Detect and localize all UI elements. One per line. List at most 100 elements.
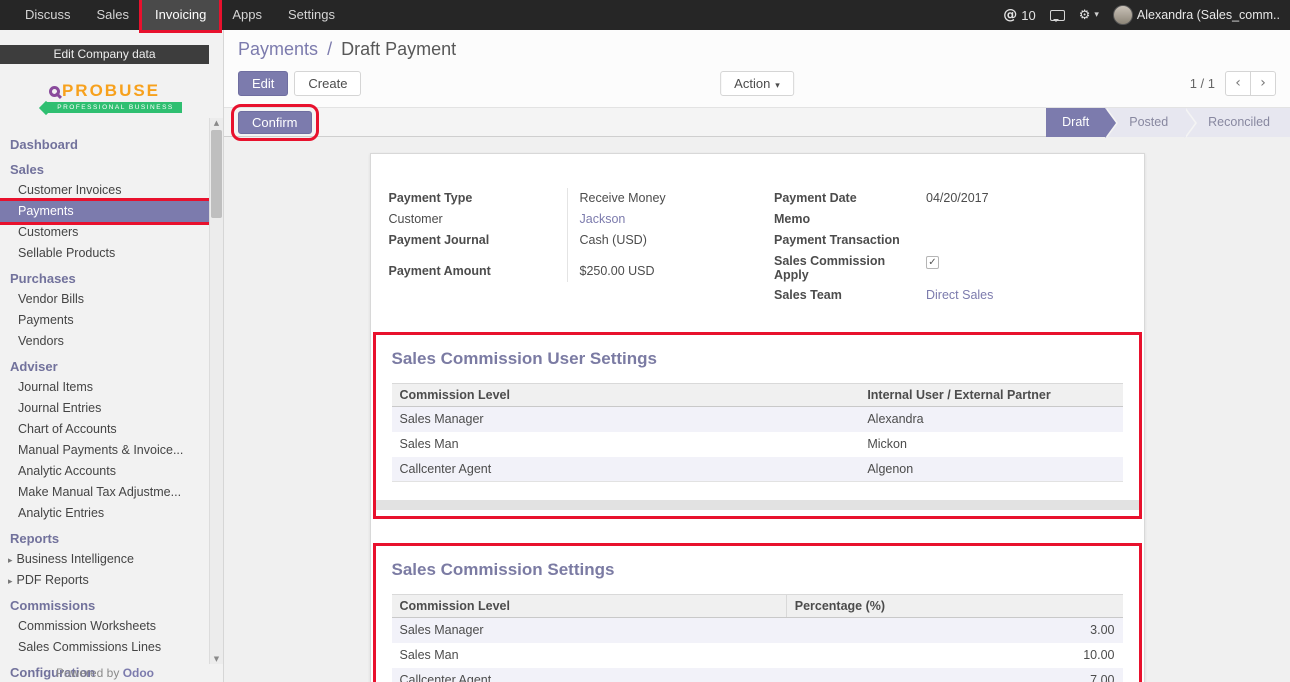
table-cell: Callcenter Agent: [392, 668, 787, 682]
sidebar-item-manual-payments-invoice[interactable]: Manual Payments & Invoice...: [0, 440, 209, 461]
table-row[interactable]: Callcenter Agent 7.00: [392, 668, 1123, 682]
table-row[interactable]: Sales Manager 3.00: [392, 618, 1123, 643]
sidebar-item-dashboard[interactable]: Dashboard: [0, 135, 209, 155]
menu-invoicing[interactable]: Invoicing: [142, 0, 219, 30]
activities-button[interactable]: @ 10: [1003, 7, 1035, 23]
sidebar-heading-purchases[interactable]: Purchases: [0, 269, 209, 289]
action-label: Action: [734, 76, 770, 91]
memo-value: [914, 209, 1126, 230]
breadcrumb-payments[interactable]: Payments: [238, 39, 318, 59]
sidebar-heading-adviser[interactable]: Adviser: [0, 357, 209, 377]
create-button[interactable]: Create: [294, 71, 361, 96]
scroll-down-icon[interactable]: ▼: [210, 655, 223, 663]
form-left-group: Payment Type Receive Money Customer Jack…: [389, 188, 741, 306]
scrollbar-thumb[interactable]: [211, 130, 222, 218]
pager-next-button[interactable]: ›: [1250, 71, 1276, 96]
table-row[interactable]: Callcenter Agent Algenon: [392, 457, 1123, 482]
payment-type-label: Payment Type: [389, 188, 567, 209]
activities-icon: @: [1003, 7, 1017, 23]
confirm-button[interactable]: Confirm: [238, 111, 312, 134]
caret-right-icon: ▸: [8, 577, 13, 587]
sidebar-item-vendors[interactable]: Vendors: [0, 331, 209, 352]
messages-button[interactable]: [1050, 10, 1065, 21]
sidebar-heading-reports[interactable]: Reports: [0, 529, 209, 549]
edit-button[interactable]: Edit: [238, 71, 288, 96]
sidebar-item-sellable-products[interactable]: Sellable Products: [0, 243, 209, 264]
user-name: Alexandra (Sales_comm..: [1137, 8, 1280, 22]
control-buttons-row: Edit Create Action▾ 1 / 1 ‹ ›: [238, 71, 1276, 107]
sidebar-scrollbar[interactable]: ▲ ▼: [209, 118, 223, 664]
sidebar-item-payments[interactable]: Payments: [0, 201, 209, 222]
sidebar-item-make-manual-tax-adjustments[interactable]: Make Manual Tax Adjustme...: [0, 482, 209, 503]
column-header-internal-user[interactable]: Internal User / External Partner: [859, 384, 1122, 407]
topbar-menus: Discuss Sales Invoicing Apps Settings: [0, 0, 348, 30]
sidebar-item-journal-items[interactable]: Journal Items: [0, 377, 209, 398]
customer-value-link[interactable]: Jackson: [580, 212, 626, 226]
powered-by-text: Powered by: [56, 666, 119, 680]
section-title: Sales Commission User Settings: [392, 349, 1123, 369]
menu-apps[interactable]: Apps: [219, 0, 275, 30]
topbar-right: @ 10 ⚙ ▾ Alexandra (Sales_comm..: [1003, 0, 1290, 30]
payment-form-sheet: Payment Type Receive Money Customer Jack…: [370, 153, 1145, 682]
sidebar-item-business-intelligence[interactable]: ▸Business Intelligence: [0, 549, 209, 570]
sidebar-item-vendor-bills[interactable]: Vendor Bills: [0, 289, 209, 310]
sidebar-item-analytic-entries[interactable]: Analytic Entries: [0, 503, 209, 524]
menu-sales[interactable]: Sales: [84, 0, 143, 30]
content: Payments / Draft Payment Edit Create Act…: [224, 30, 1290, 682]
sidebar-heading-sales[interactable]: Sales: [0, 160, 209, 180]
sidebar-item-label: Business Intelligence: [17, 552, 134, 566]
action-dropdown[interactable]: Action▾: [720, 71, 794, 96]
column-header-percentage[interactable]: Percentage (%): [786, 595, 1122, 618]
sidebar-item-analytic-accounts[interactable]: Analytic Accounts: [0, 461, 209, 482]
customer-label: Customer: [389, 209, 567, 230]
table-row[interactable]: Sales Man Mickon: [392, 432, 1123, 457]
table-cell: 3.00: [786, 618, 1122, 643]
commission-settings-table: Commission Level Percentage (%) Sales Ma…: [392, 594, 1123, 682]
table-row[interactable]: Sales Manager Alexandra: [392, 407, 1123, 432]
scroll-up-icon[interactable]: ▲: [210, 119, 223, 127]
debug-menu-button[interactable]: ⚙ ▾: [1079, 8, 1099, 23]
sidebar-item-sales-commissions-lines[interactable]: Sales Commissions Lines: [0, 637, 209, 658]
table-cell: Alexandra: [859, 407, 1122, 432]
chat-bubble-icon: [1050, 10, 1065, 21]
sales-commission-apply-checkbox[interactable]: ✓: [926, 256, 939, 269]
brand-tagline: PROFESSIONAL BUSINESS: [47, 102, 182, 113]
brand-text: PROBUSE: [62, 81, 160, 101]
status-step-draft[interactable]: Draft: [1046, 108, 1105, 137]
table-row[interactable]: Sales Man 10.00: [392, 643, 1123, 668]
menu-discuss[interactable]: Discuss: [12, 0, 84, 30]
table-header-row: Commission Level Percentage (%): [392, 595, 1123, 618]
check-icon: ✓: [928, 257, 936, 268]
edit-company-button[interactable]: Edit Company data: [0, 45, 209, 64]
sales-commission-settings-section: Sales Commission Settings Commission Lev…: [373, 543, 1142, 682]
form-right-group: Payment Date 04/20/2017 Memo Payment Tra…: [774, 188, 1126, 306]
sidebar-item-pdf-reports[interactable]: ▸ PDF Reports: [0, 570, 209, 591]
breadcrumb-current: Draft Payment: [341, 39, 456, 59]
sidebar-item-customer-invoices[interactable]: Customer Invoices: [0, 180, 209, 201]
payment-journal-label: Payment Journal: [389, 230, 567, 251]
sidebar-footer: Powered by Odoo: [0, 666, 210, 680]
sidebar-nav: Dashboard Sales Customer Invoices Paymen…: [0, 135, 209, 682]
sales-team-value-link[interactable]: Direct Sales: [926, 288, 993, 302]
memo-label: Memo: [774, 209, 914, 230]
sidebar-item-payments-purchases[interactable]: Payments: [0, 310, 209, 331]
sidebar-item-label: PDF Reports: [17, 573, 89, 587]
table-cell: Sales Man: [392, 643, 787, 668]
sidebar-item-commission-worksheets[interactable]: Commission Worksheets: [0, 616, 209, 637]
sidebar-item-chart-of-accounts[interactable]: Chart of Accounts: [0, 419, 209, 440]
menu-settings[interactable]: Settings: [275, 0, 348, 30]
form-area: Payment Type Receive Money Customer Jack…: [224, 137, 1290, 682]
status-step-reconciled[interactable]: Reconciled: [1184, 108, 1290, 137]
payment-journal-value: Cash (USD): [567, 230, 741, 251]
control-panel: Payments / Draft Payment Edit Create Act…: [224, 30, 1290, 107]
column-header-commission-level[interactable]: Commission Level: [392, 384, 860, 407]
pager-counter: 1 / 1: [1190, 76, 1215, 91]
pager-previous-button[interactable]: ‹: [1225, 71, 1251, 96]
sidebar-item-journal-entries[interactable]: Journal Entries: [0, 398, 209, 419]
sidebar-item-customers[interactable]: Customers: [0, 222, 209, 243]
column-header-commission-level[interactable]: Commission Level: [392, 595, 787, 618]
form-fields: Payment Type Receive Money Customer Jack…: [389, 188, 1126, 306]
odoo-link[interactable]: Odoo: [123, 666, 154, 680]
sidebar-heading-commissions[interactable]: Commissions: [0, 596, 209, 616]
user-menu[interactable]: Alexandra (Sales_comm..: [1113, 5, 1280, 25]
